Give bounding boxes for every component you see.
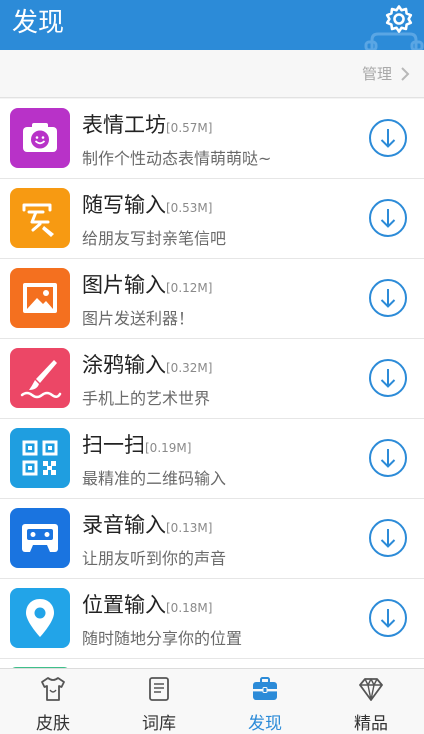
list-item[interactable]: 扫一扫[0.19M] 最精准的二维码输入 [0,419,424,499]
cassette-icon [10,508,70,568]
diamond-icon [359,678,383,701]
book-icon [149,677,169,701]
app-description: 随时随地分享你的位置 [82,629,243,648]
tab-dictionary[interactable]: 词库 [106,669,212,734]
app-size: [0.18M] [166,601,213,615]
tab-skin[interactable]: 皮肤 [0,669,106,734]
camera-smile-icon [10,108,70,168]
tab-label: 词库 [142,714,176,734]
tshirt-icon [41,677,65,701]
download-icon [369,119,407,157]
handwriting-icon [10,188,70,248]
app-name: 扫一扫 [82,433,145,457]
tab-discover[interactable]: 发现 [212,669,318,734]
list-item[interactable]: 表情工坊[0.57M] 制作个性动态表情萌萌哒~ [0,99,424,179]
app-name: 图片输入 [82,273,166,297]
tab-label: 发现 [248,714,282,734]
download-button[interactable] [368,598,408,638]
paintbrush-icon [10,348,70,408]
list-item[interactable]: 录音输入[0.13M] 让朋友听到你的声音 [0,499,424,579]
app-size: [0.13M] [166,521,213,535]
qr-code-icon [10,428,70,488]
toolbox-icon [253,677,277,700]
app-size: [0.57M] [166,121,213,135]
download-icon [369,199,407,237]
app-size: [0.32M] [166,361,213,375]
app-title: 录音输入[0.13M] [82,509,212,539]
list-item[interactable]: 涂鸦输入[0.32M] 手机上的艺术世界 [0,339,424,419]
download-button[interactable] [368,518,408,558]
download-icon [369,439,407,477]
list-item[interactable]: 位置输入[0.18M] 随时随地分享你的位置 [0,579,424,659]
app-title: 扫一扫[0.19M] [82,429,191,459]
settings-button[interactable] [384,4,414,34]
app-description: 最精准的二维码输入 [82,469,227,488]
app-size: [0.12M] [166,281,213,295]
app-description: 让朋友听到你的声音 [82,549,227,568]
app-title: 涂鸦输入[0.32M] [82,349,212,379]
app-description: 制作个性动态表情萌萌哒~ [82,149,272,168]
chevron-right-icon [401,66,410,81]
app-description: 手机上的艺术世界 [82,389,211,408]
app-name: 录音输入 [82,513,166,537]
download-icon [369,519,407,557]
app-title: 表情工坊[0.57M] [82,109,212,139]
manage-button[interactable]: 管理 [362,63,410,84]
download-button[interactable] [368,278,408,318]
download-icon [369,359,407,397]
app-description: 图片发送利器！ [82,309,195,328]
download-button[interactable] [368,438,408,478]
app-name: 表情工坊 [82,113,166,137]
list-item[interactable]: 图片输入[0.12M] 图片发送利器！ [0,259,424,339]
manage-bar: 管理 [0,50,424,98]
bottom-tab-bar: 皮肤 词库 发现 精品 [0,668,424,734]
app-title: 位置输入[0.18M] [82,589,212,619]
page-title: 发现 [12,8,65,38]
tab-label: 皮肤 [36,714,70,734]
app-description: 给朋友写封亲笔信吧 [82,229,227,248]
app-name: 位置输入 [82,593,166,617]
app-title: 随写输入[0.53M] [82,189,212,219]
download-button[interactable] [368,198,408,238]
top-bar: 发现 [0,0,424,50]
tab-label: 精品 [354,714,388,734]
download-icon [369,599,407,637]
download-button[interactable] [368,118,408,158]
app-name: 涂鸦输入 [82,353,166,377]
app-title: 图片输入[0.12M] [82,269,212,299]
app-list: 表情工坊[0.57M] 制作个性动态表情萌萌哒~ 随写输入[0.53M] 给朋友… [0,99,424,673]
app-size: [0.19M] [145,441,192,455]
tab-featured[interactable]: 精品 [318,669,424,734]
manage-label: 管理 [361,65,392,83]
list-item[interactable]: 随写输入[0.53M] 给朋友写封亲笔信吧 [0,179,424,259]
picture-icon [10,268,70,328]
download-icon [369,279,407,317]
app-size: [0.53M] [166,201,213,215]
gear-icon [385,5,413,33]
location-pin-icon [10,588,70,648]
app-name: 随写输入 [82,193,166,217]
download-button[interactable] [368,358,408,398]
